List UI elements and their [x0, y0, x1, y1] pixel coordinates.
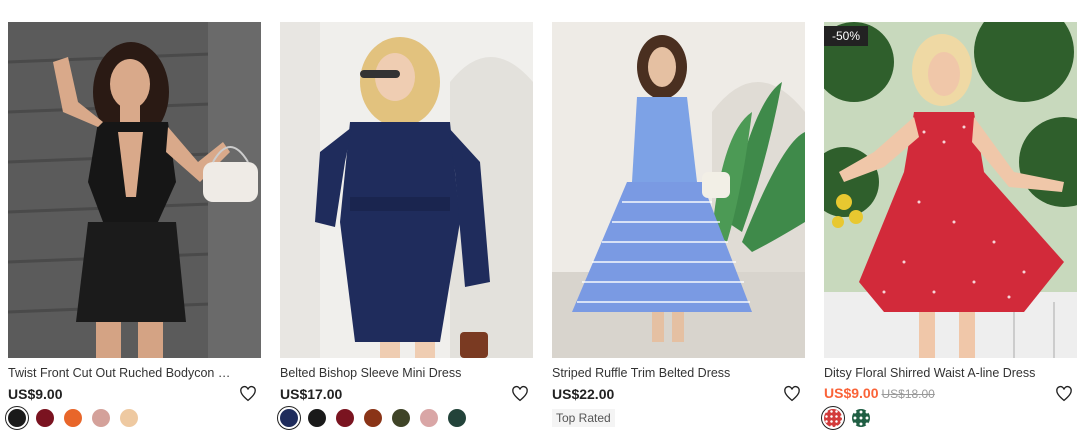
color-swatch[interactable] — [92, 409, 110, 427]
color-swatch[interactable] — [364, 409, 382, 427]
product-image[interactable] — [552, 22, 805, 358]
color-swatches — [277, 406, 533, 430]
product-price: US$9.00 — [8, 386, 63, 402]
color-swatch[interactable] — [308, 409, 326, 427]
wishlist-heart-icon[interactable] — [511, 385, 529, 403]
product-image[interactable] — [280, 22, 533, 358]
product-grid: Twist Front Cut Out Ruched Bodycon Dress… — [5, 22, 1077, 430]
product-card[interactable]: -50% Ditsy Floral Shirred Waist A-line D… — [821, 22, 1077, 430]
color-swatch[interactable] — [5, 406, 29, 430]
discount-badge: -50% — [824, 26, 869, 46]
product-image[interactable]: -50% — [824, 22, 1077, 358]
color-swatch[interactable] — [852, 409, 870, 427]
product-name[interactable]: Striped Ruffle Trim Belted Dress — [552, 366, 782, 380]
wishlist-heart-icon[interactable] — [1055, 385, 1073, 403]
original-price: US$18.00 — [881, 387, 935, 401]
product-card[interactable]: Twist Front Cut Out Ruched Bodycon Dress… — [5, 22, 261, 430]
product-price: US$22.00 — [552, 386, 615, 402]
product-name[interactable]: Ditsy Floral Shirred Waist A-line Dress — [824, 366, 1054, 380]
color-swatch[interactable] — [120, 409, 138, 427]
top-rated-badge: Top Rated — [552, 409, 615, 427]
color-swatch[interactable] — [420, 409, 438, 427]
color-swatches — [5, 406, 261, 430]
color-swatch[interactable] — [821, 406, 845, 430]
product-card[interactable]: Striped Ruffle Trim Belted Dress US$22.0… — [552, 22, 805, 428]
color-swatch[interactable] — [448, 409, 466, 427]
color-swatch[interactable] — [64, 409, 82, 427]
product-price: US$17.00 — [280, 386, 343, 402]
color-swatches — [821, 406, 1077, 430]
color-swatch[interactable] — [36, 409, 54, 427]
color-swatch[interactable] — [277, 406, 301, 430]
product-card[interactable]: Belted Bishop Sleeve Mini Dress US$17.00 — [277, 22, 533, 430]
product-image[interactable] — [8, 22, 261, 358]
color-swatch[interactable] — [392, 409, 410, 427]
color-swatch[interactable] — [336, 409, 354, 427]
wishlist-heart-icon[interactable] — [239, 385, 257, 403]
product-name[interactable]: Twist Front Cut Out Ruched Bodycon Dress — [8, 366, 238, 380]
product-name[interactable]: Belted Bishop Sleeve Mini Dress — [280, 366, 510, 380]
wishlist-heart-icon[interactable] — [783, 385, 801, 403]
sale-price: US$9.00 — [824, 385, 879, 401]
